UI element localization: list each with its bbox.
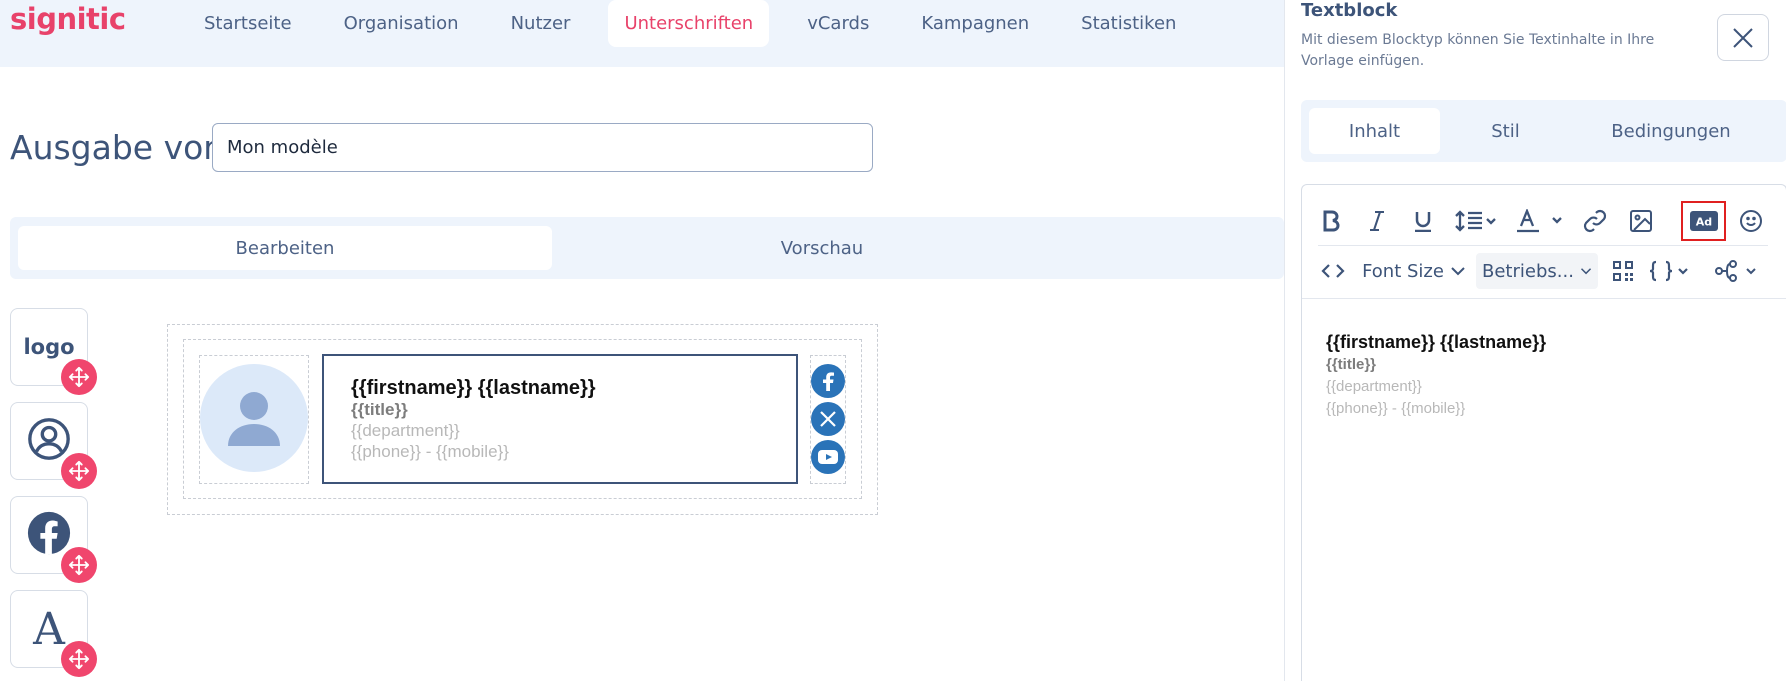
bold-button[interactable] <box>1314 203 1348 239</box>
palette-block-user[interactable] <box>10 402 97 489</box>
nav-item-organisation[interactable]: Organisation <box>318 0 485 47</box>
view-tabs: Bearbeiten Vorschau <box>10 217 1284 279</box>
main-nav: Startseite Organisation Nutzer Unterschr… <box>178 0 1202 47</box>
toolbar-divider <box>1318 245 1768 246</box>
toolbar-bottom-divider <box>1302 298 1786 299</box>
logo-block-label: logo <box>23 335 75 359</box>
bold-icon <box>1323 210 1340 232</box>
code-icon <box>1321 264 1345 278</box>
variables-icon <box>1649 260 1688 282</box>
font-size-label: Font Size <box>1362 260 1444 282</box>
ad-button[interactable]: Ad <box>1685 205 1722 237</box>
nav-item-kampagnen[interactable]: Kampagnen <box>895 0 1055 47</box>
emoji-icon <box>1740 210 1762 232</box>
nav-item-unterschriften[interactable]: Unterschriften <box>608 0 770 47</box>
panel-title: Textblock <box>1301 0 1398 21</box>
editor-name-line: {{firstname}} {{lastname}} <box>1326 332 1547 352</box>
editor-content[interactable]: {{firstname}} {{lastname}} {{title}} {{d… <box>1326 330 1546 420</box>
underline-button[interactable] <box>1406 203 1440 239</box>
text-block-selected[interactable]: {{firstname}} {{lastname}} {{title}} {{d… <box>322 354 798 484</box>
template-name-input[interactable] <box>212 123 873 172</box>
nav-item-vcards[interactable]: vCards <box>781 0 895 47</box>
close-icon <box>1733 27 1753 48</box>
move-icon[interactable] <box>61 453 97 489</box>
workflow-icon <box>1715 260 1756 282</box>
tab-vorschau[interactable]: Vorschau <box>552 226 1092 270</box>
emoji-button[interactable] <box>1734 203 1768 239</box>
facebook-icon[interactable] <box>811 364 845 398</box>
editor-title-line: {{title}} <box>1326 356 1377 373</box>
x-icon[interactable] <box>811 402 845 436</box>
tab-bedingungen[interactable]: Bedingungen <box>1571 108 1771 154</box>
qr-code-button[interactable] <box>1608 253 1638 289</box>
editor-phone-line: {{phone}} - {{mobile}} <box>1326 400 1466 417</box>
underline-icon <box>1415 212 1431 232</box>
link-icon <box>1583 209 1607 233</box>
avatar-placeholder-icon <box>228 392 280 446</box>
move-icon[interactable] <box>61 359 97 395</box>
close-button[interactable] <box>1717 14 1769 61</box>
nav-item-statistiken[interactable]: Statistiken <box>1055 0 1202 47</box>
palette-block-social[interactable] <box>10 496 97 583</box>
line-height-dropdown[interactable] <box>1452 203 1502 239</box>
chevron-down-icon <box>1580 268 1592 275</box>
image-icon <box>1630 210 1652 232</box>
nav-item-nutzer[interactable]: Nutzer <box>485 0 597 47</box>
avatar[interactable] <box>200 364 308 472</box>
svg-text:Ad: Ad <box>1695 216 1711 229</box>
youtube-icon[interactable] <box>811 440 845 474</box>
signature-name: {{firstname}} {{lastname}} <box>351 377 596 399</box>
link-button[interactable] <box>1578 203 1612 239</box>
tab-stil[interactable]: Stil <box>1440 108 1571 154</box>
workflow-dropdown[interactable] <box>1710 253 1768 289</box>
font-family-select[interactable]: Betriebs... <box>1476 253 1598 289</box>
text-icon: A <box>33 603 65 655</box>
text-color-icon <box>1517 209 1562 233</box>
signature-department: {{department}} <box>351 421 460 440</box>
italic-button[interactable] <box>1360 203 1394 239</box>
panel-tabs: Inhalt Stil Bedingungen <box>1301 100 1786 162</box>
font-size-dropdown[interactable]: Font Size <box>1360 253 1468 289</box>
signitic-logo[interactable]: signitic <box>10 2 126 36</box>
tab-bearbeiten[interactable]: Bearbeiten <box>18 226 552 270</box>
move-icon[interactable] <box>61 641 97 677</box>
font-family-value: Betriebs... <box>1482 260 1574 282</box>
signature-title: {{title}} <box>351 400 408 419</box>
page-title: Ausgabe von <box>10 128 225 167</box>
text-color-dropdown[interactable] <box>1514 203 1568 239</box>
chevron-down-icon <box>1451 267 1465 276</box>
palette-block-logo[interactable]: logo <box>10 308 97 395</box>
signature-phone: {{phone}} - {{mobile}} <box>351 442 509 461</box>
ad-icon: Ad <box>1689 211 1718 231</box>
palette-block-text[interactable]: A <box>10 590 97 677</box>
nav-item-startseite[interactable]: Startseite <box>178 0 318 47</box>
rich-text-editor[interactable]: Ad Font Size Betriebs... {{firstname}} {… <box>1301 184 1786 681</box>
line-height-icon <box>1455 210 1496 232</box>
image-button[interactable] <box>1624 203 1658 239</box>
italic-icon <box>1370 211 1384 231</box>
tab-inhalt[interactable]: Inhalt <box>1309 108 1440 154</box>
block-settings-panel: Textblock Mit diesem Blocktyp können Sie… <box>1284 0 1786 681</box>
panel-description: Mit diesem Blocktyp können Sie Textinhal… <box>1301 32 1655 69</box>
variables-dropdown[interactable] <box>1648 253 1696 289</box>
code-button[interactable] <box>1318 253 1348 289</box>
top-navigation-bar: signitic Startseite Organisation Nutzer … <box>0 0 1284 67</box>
editor-department-line: {{department}} <box>1326 378 1422 395</box>
qr-code-icon <box>1613 261 1633 281</box>
move-icon[interactable] <box>61 547 97 583</box>
